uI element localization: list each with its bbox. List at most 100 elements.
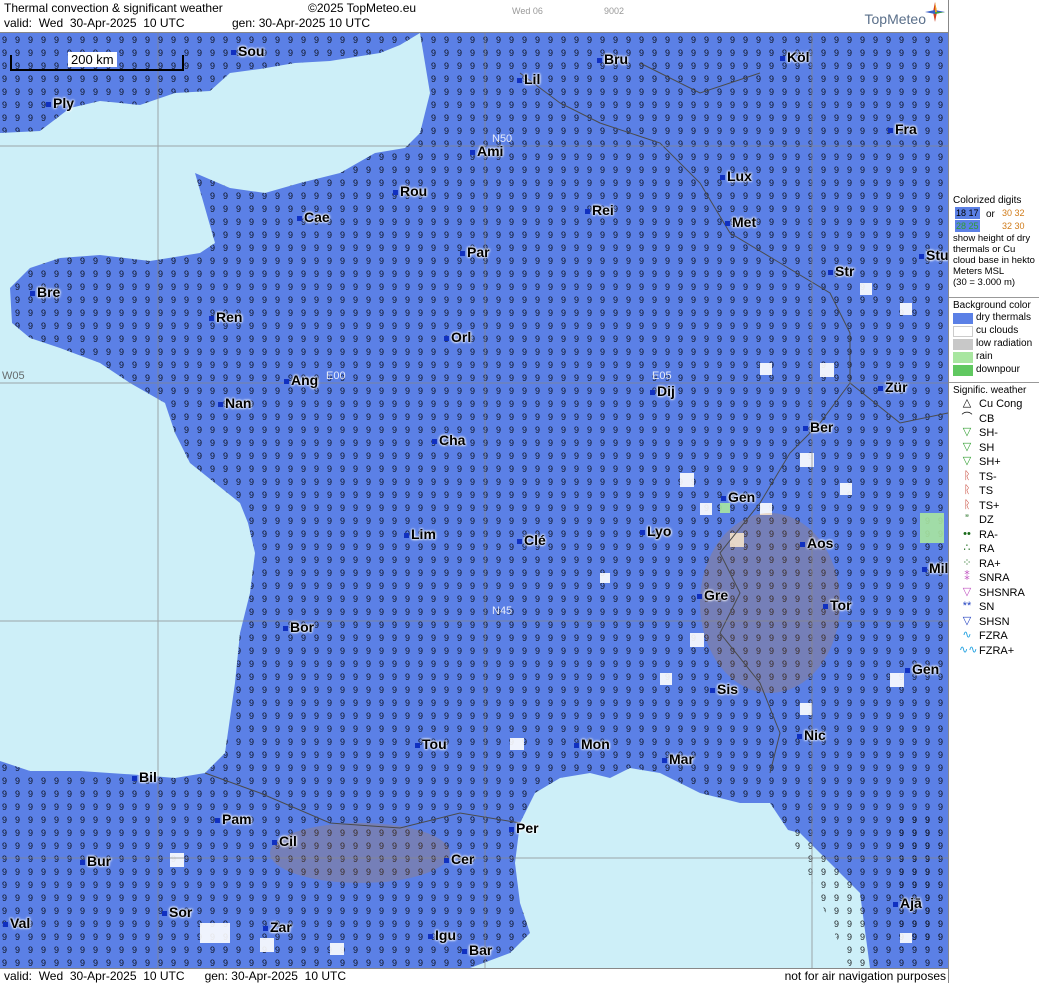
weather-label: FZRA	[979, 630, 1008, 642]
city-bordeaux[interactable]: Bor	[283, 619, 314, 635]
city-lille[interactable]: Lil	[517, 71, 540, 87]
city-igualada[interactable]: Igu	[428, 927, 456, 943]
legend-cu-clouds: cu clouds	[953, 325, 1039, 338]
city-genova[interactable]: Gen	[905, 661, 939, 677]
weather-label: SH-	[979, 427, 998, 439]
city-southampton[interactable]: Sou	[231, 43, 264, 59]
map-header: Thermal convection & significant weather…	[0, 0, 948, 33]
weather-label: TS+	[979, 499, 1000, 512]
city-burgos[interactable]: Bur	[80, 853, 111, 869]
legend-weather-dz: ” DZ	[953, 513, 1039, 528]
city-grenoble[interactable]: Gre	[697, 587, 728, 603]
gen-time: gen: 30-Apr-2025 10 UTC	[232, 16, 370, 31]
city-luxembourg[interactable]: Lux	[720, 168, 752, 184]
legend-weather-sn: ** SN	[953, 600, 1039, 615]
city-nantes[interactable]: Nan	[218, 395, 251, 411]
legend-dry-thermals: dry thermals	[953, 312, 1039, 325]
city-aosta[interactable]: Aos	[800, 535, 833, 551]
weather-symbol-icon: ⁑	[964, 571, 970, 583]
background-title: Background color	[953, 300, 1031, 311]
legend-weather-shsnra: ▽ SHSNRA	[953, 586, 1039, 601]
city-brest[interactable]: Bre	[30, 284, 60, 300]
legend-weather-ra-: ⁘ RA+	[953, 557, 1039, 572]
map-canvas: 9	[0, 33, 948, 968]
colorized-or: or	[986, 209, 995, 220]
legend-weather-shsn: ▽ SHSN	[953, 615, 1039, 630]
city-perpignan[interactable]: Per	[509, 820, 539, 836]
city-strasbourg[interactable]: Str	[828, 263, 854, 279]
weather-symbol-icon: ▽	[962, 440, 972, 453]
city-geneva[interactable]: Gen	[721, 489, 755, 505]
city-chateauroux[interactable]: Cha	[432, 432, 465, 448]
weather-symbol-icon: ⌒	[961, 411, 973, 424]
city-bern[interactable]: Ber	[803, 419, 833, 435]
city-brussels[interactable]: Bru	[597, 51, 628, 67]
weather-symbol-icon: ᚱ	[963, 498, 971, 511]
thermal-map[interactable]: 9	[0, 33, 948, 968]
header-small-label-a: Wed 06	[512, 6, 543, 16]
colorized-example-4: 32 30	[1002, 221, 1025, 231]
city-montpellier[interactable]: Mon	[574, 736, 610, 752]
city-milan[interactable]: Mil	[922, 560, 948, 576]
copyright-text: ©2025 TopMeteo.eu	[308, 1, 417, 15]
city-frankfurt[interactable]: Fra	[888, 121, 917, 137]
city-cil[interactable]: Cil	[272, 833, 297, 849]
legend-downpour: downpour	[953, 364, 1039, 377]
weather-label: SHSN	[979, 615, 1010, 628]
city-clermont[interactable]: Clé	[517, 532, 546, 548]
city-plymouth[interactable]: Ply	[46, 95, 74, 111]
header-small-label-b: 9002	[604, 6, 625, 16]
city-bilbao[interactable]: Bil	[132, 769, 157, 785]
city-cerdanya[interactable]: Cer	[444, 851, 474, 867]
valid-time: valid: Wed 30-Apr-2025 10 UTC	[4, 16, 185, 31]
city-soria[interactable]: Sor	[162, 904, 192, 920]
city-pamplona[interactable]: Pam	[215, 811, 252, 827]
scale-label: 200 km	[68, 52, 117, 67]
city-stuttgart[interactable]: Stu	[919, 247, 948, 263]
city-marseille[interactable]: Mar	[662, 751, 694, 767]
city-barcelona[interactable]: Bar	[462, 942, 492, 958]
city-rouen[interactable]: Rou	[393, 183, 427, 199]
city-amiens[interactable]: Ami	[470, 143, 503, 159]
colorized-example-1: 18 17	[955, 207, 980, 219]
weather-label: SHSNRA	[979, 586, 1025, 599]
colorized-digits-section: Colorized digits 18 17 or 30 32 28 25 32…	[953, 195, 1039, 288]
legend-divider-1	[949, 297, 1039, 298]
city-paris[interactable]: Par	[460, 244, 490, 260]
footer-time: valid: Wed 30-Apr-2025 10 UTC gen: 30-Ap…	[4, 969, 346, 983]
city-ajaccio[interactable]: Ajā	[893, 895, 922, 911]
lon-label-e00: E00	[326, 370, 346, 382]
gen-label: gen:	[232, 16, 256, 30]
city-valladolid[interactable]: Val	[3, 915, 30, 931]
weather-symbol-icon: ᚱ	[963, 484, 971, 496]
city-limoges[interactable]: Lim	[404, 526, 436, 542]
legend-weather-sh: ▽ SH	[953, 441, 1039, 456]
weather-label: TS-	[979, 470, 997, 483]
scale-bar: 200 km	[10, 52, 184, 71]
weather-symbol-icon: ▽	[962, 426, 972, 438]
city-orleans[interactable]: Orl	[444, 329, 471, 345]
weather-label: SN	[979, 601, 995, 613]
city-toulouse[interactable]: Tou	[415, 736, 447, 752]
city-zurich[interactable]: Zür	[878, 379, 908, 395]
city-metz[interactable]: Met	[725, 214, 756, 230]
city-nice[interactable]: Nic	[797, 727, 826, 743]
legend-weather-ts-: ᚱ TS-	[953, 470, 1039, 485]
city-dijon[interactable]: Dij	[650, 383, 675, 399]
city-reims[interactable]: Rei	[585, 202, 614, 218]
legend-low-radiation: low radiation	[953, 338, 1039, 351]
city-zaragoza[interactable]: Zar	[263, 919, 292, 935]
weather-symbol-icon: ”	[965, 513, 969, 525]
city-lyon[interactable]: Lyo	[640, 523, 671, 539]
city-koeln[interactable]: Köl	[780, 49, 810, 65]
weather-label: RA-	[979, 528, 998, 541]
city-torino[interactable]: Tor	[823, 597, 852, 613]
weather-symbol-icon: ∴	[963, 542, 971, 554]
compass-logo-icon	[925, 2, 945, 22]
colorized-example-3: 28 25	[955, 220, 980, 232]
city-angers[interactable]: Ang	[284, 372, 318, 388]
city-sisteron[interactable]: Sis	[710, 681, 738, 697]
legend-weather-fzra: ∿ FZRA	[953, 629, 1039, 644]
city-caen[interactable]: Cae	[297, 209, 330, 225]
city-rennes[interactable]: Ren	[209, 309, 242, 325]
